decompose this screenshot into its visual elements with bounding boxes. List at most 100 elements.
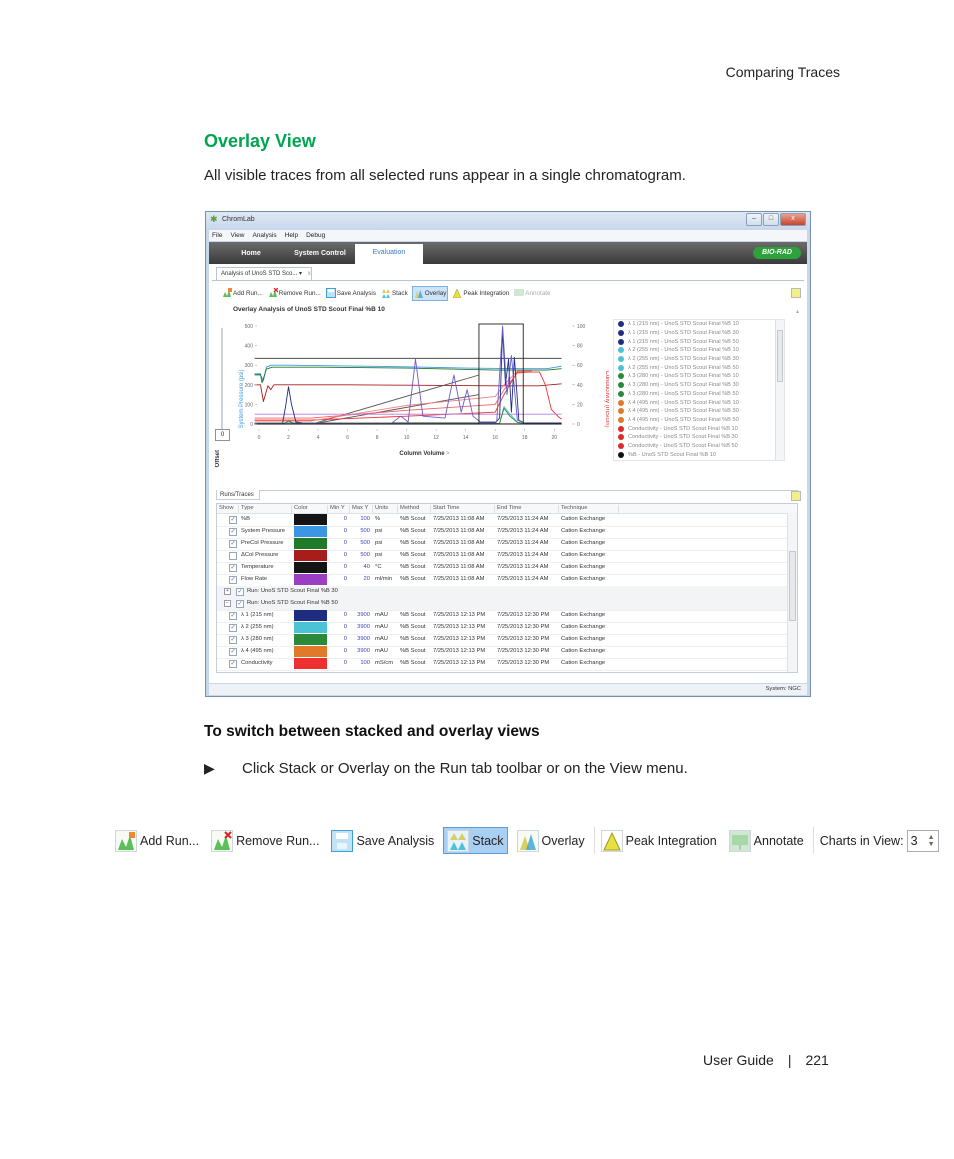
trace-row[interactable]: ✓ λ 4 (495 nm) 0 3900 mAU %B Scout 7/25/2013 1…	[217, 646, 787, 659]
trace-show-checkbox[interactable]: ✓	[229, 624, 237, 632]
trace-color-swatch[interactable]	[294, 634, 327, 645]
legend-item[interactable]: λ 1 (215 nm) - UnoS STD Scout Final %B 1…	[614, 320, 784, 329]
overlay-button[interactable]: Overlay	[514, 827, 588, 854]
run-show-checkbox[interactable]: ✓	[236, 588, 244, 596]
analysis-doc-tab[interactable]: Analysis of UnoS STD Sco... ▾ x	[216, 267, 312, 280]
peak-integration-button[interactable]: Peak Integration	[451, 287, 510, 300]
trace-color-swatch[interactable]	[294, 610, 327, 621]
trace-row[interactable]: ✓ Flow Rate 0 20 ml/min %B Scout 7/25/2013 11:…	[217, 574, 787, 587]
legend-item[interactable]: Conductivity - UnoS STD Scout Final %B 5…	[614, 442, 784, 451]
legend-item[interactable]: λ 4 (495 nm) - UnoS STD Scout Final %B 5…	[614, 416, 784, 425]
peak-integration-button[interactable]: Peak Integration	[593, 827, 720, 854]
menu-view[interactable]: View	[230, 232, 244, 239]
menu-analysis[interactable]: Analysis	[252, 232, 276, 239]
trace-color-swatch[interactable]	[294, 514, 327, 525]
trace-row[interactable]: ✓ Temperature 0 40 °C %B Scout 7/25/2013 11:08…	[217, 562, 787, 575]
nav-tab-evaluation[interactable]: Evaluation	[355, 244, 423, 264]
trace-row[interactable]: ✓ PreCol Pressure 0 500 psi %B Scout 7/25/2013…	[217, 538, 787, 551]
legend-item[interactable]: λ 3 (280 nm) - UnoS STD Scout Final %B 5…	[614, 390, 784, 399]
legend-item[interactable]: Conductivity - UnoS STD Scout Final %B 1…	[614, 424, 784, 433]
trace-show-checkbox[interactable]: ✓	[229, 576, 237, 584]
trace-show-checkbox[interactable]: ✓	[229, 660, 237, 668]
doc-tab-close-icon[interactable]: x	[308, 271, 311, 277]
runs-traces-tab[interactable]: Runs/Traces	[216, 490, 260, 500]
legend-item[interactable]: %B - UnoS STD Scout Final %B 10	[614, 450, 784, 459]
column-header[interactable]: Max Y	[350, 505, 373, 513]
legend-item[interactable]: λ 3 (280 nm) - UnoS STD Scout Final %B 1…	[614, 372, 784, 381]
minimize-button[interactable]: –	[746, 213, 762, 226]
chart-scroll-up-icon[interactable]: ▴	[796, 308, 799, 315]
trace-color-swatch[interactable]	[294, 574, 327, 585]
annotate-button[interactable]: Annotate	[513, 287, 551, 300]
chart-options-button[interactable]	[791, 288, 801, 298]
column-header[interactable]: Color	[292, 505, 328, 513]
column-header[interactable]: Technique	[559, 505, 619, 513]
column-header[interactable]: Start Time	[431, 505, 495, 513]
maximize-button[interactable]: □	[763, 213, 779, 226]
add-run-button[interactable]: Add Run...	[112, 827, 202, 854]
grid-scrollbar[interactable]	[787, 513, 797, 672]
close-button[interactable]: x	[780, 213, 806, 226]
legend-item[interactable]: λ 1 (215 nm) - UnoS STD Scout Final %B 3…	[614, 329, 784, 338]
legend-item[interactable]: λ 4 (495 nm) - UnoS STD Scout Final %B 1…	[614, 398, 784, 407]
column-header[interactable]: Units	[373, 505, 398, 513]
trace-row[interactable]: ✓ System Pressure 0 500 psi %B Scout 7/25/2013…	[217, 526, 787, 539]
trace-color-swatch[interactable]	[294, 622, 327, 633]
trace-color-swatch[interactable]	[294, 550, 327, 561]
save-analysis-button[interactable]: Save Analysis	[325, 287, 377, 300]
menu-file[interactable]: File	[212, 232, 222, 239]
x-axis-arrow-icon[interactable]: >	[446, 451, 450, 457]
trace-color-swatch[interactable]	[294, 562, 327, 573]
spin-down-icon[interactable]: ▼	[928, 841, 935, 848]
legend-item[interactable]: λ 3 (280 nm) - UnoS STD Scout Final %B 3…	[614, 381, 784, 390]
trace-show-checkbox[interactable]: ✓	[229, 612, 237, 620]
runs-options-button[interactable]	[791, 491, 801, 501]
trace-show-checkbox[interactable]: ✓	[229, 564, 237, 572]
doc-tab-pin-icon[interactable]: ▾	[299, 271, 302, 277]
trace-color-swatch[interactable]	[294, 646, 327, 657]
stack-button[interactable]: Stack	[380, 287, 409, 300]
legend-item[interactable]: λ 4 (495 nm) - UnoS STD Scout Final %B 3…	[614, 407, 784, 416]
run-group-row[interactable]: − ✓ Run: UnoS STD Scout Final %B 50	[217, 598, 787, 611]
trace-row[interactable]: ✓ λ 1 (215 nm) 0 3900 mAU %B Scout 7/25/2013 1…	[217, 610, 787, 623]
column-header[interactable]: Show	[217, 505, 239, 513]
stack-button[interactable]: Stack	[443, 827, 508, 854]
save-analysis-button[interactable]: Save Analysis	[328, 827, 437, 854]
trace-show-checkbox[interactable]: ✓	[229, 528, 237, 536]
trace-row[interactable]: ✓ Conductivity 0 100 mS/cm %B Scout 7/25/2013 …	[217, 658, 787, 671]
overlay-chart[interactable]: 0 100 200 300 400 500 0 20 40 60 80 100 0 2 4 6 8 10 12 14 1…	[209, 304, 609, 459]
column-header[interactable]: Min Y	[328, 505, 350, 513]
legend-item[interactable]: Conductivity - UnoS STD Scout Final %B 3…	[614, 433, 784, 442]
trace-show-checkbox[interactable]	[229, 552, 237, 560]
menu-debug[interactable]: Debug	[306, 232, 325, 239]
trace-row[interactable]: ΔCol Pressure 0 500 psi %B Scout 7/25/2013 11…	[217, 550, 787, 563]
annotate-button[interactable]: Annotate	[726, 827, 807, 854]
menu-help[interactable]: Help	[285, 232, 298, 239]
nav-tab-system-control[interactable]: System Control	[285, 247, 355, 264]
spin-up-icon[interactable]: ▲	[928, 834, 935, 841]
charts-in-view-spinner[interactable]: 3 ▲ ▼	[906, 829, 939, 852]
trace-show-checkbox[interactable]: ✓	[229, 540, 237, 548]
legend-item[interactable]: λ 2 (255 nm) - UnoS STD Scout Final %B 1…	[614, 346, 784, 355]
trace-row[interactable]: ✓ λ 2 (255 nm) 0 3900 mAU %B Scout 7/25/2013 1…	[217, 622, 787, 635]
legend-item[interactable]: λ 2 (255 nm) - UnoS STD Scout Final %B 5…	[614, 363, 784, 372]
trace-show-checkbox[interactable]: ✓	[229, 648, 237, 656]
charts-in-view-value[interactable]: 3	[911, 834, 918, 848]
trace-show-checkbox[interactable]: ✓	[229, 516, 237, 524]
remove-run-button[interactable]: Remove Run...	[267, 287, 322, 300]
remove-run-button[interactable]: Remove Run...	[208, 827, 322, 854]
trace-row[interactable]: ✓ λ 3 (280 nm) 0 3900 mAU %B Scout 7/25/2013 1…	[217, 634, 787, 647]
grid-scroll-thumb[interactable]	[789, 551, 796, 621]
legend-scroll-thumb[interactable]	[777, 330, 783, 382]
add-run-button[interactable]: Add Run...	[221, 287, 264, 300]
legend-scrollbar[interactable]	[775, 320, 784, 460]
run-group-row[interactable]: + ✓ Run: UnoS STD Scout Final %B 30	[217, 586, 787, 599]
column-header[interactable]: Method	[398, 505, 431, 513]
column-header[interactable]: Type	[239, 505, 292, 513]
trace-row[interactable]: ✓ %B 0 100% %B Scout 7/25/2013 11:08 AM 7/25/2…	[217, 514, 787, 527]
column-header[interactable]: End Time	[495, 505, 559, 513]
trace-color-swatch[interactable]	[294, 538, 327, 549]
legend-item[interactable]: λ 1 (215 nm) - UnoS STD Scout Final %B 5…	[614, 337, 784, 346]
expand-icon[interactable]: +	[224, 588, 231, 595]
nav-tab-home[interactable]: Home	[217, 247, 285, 264]
